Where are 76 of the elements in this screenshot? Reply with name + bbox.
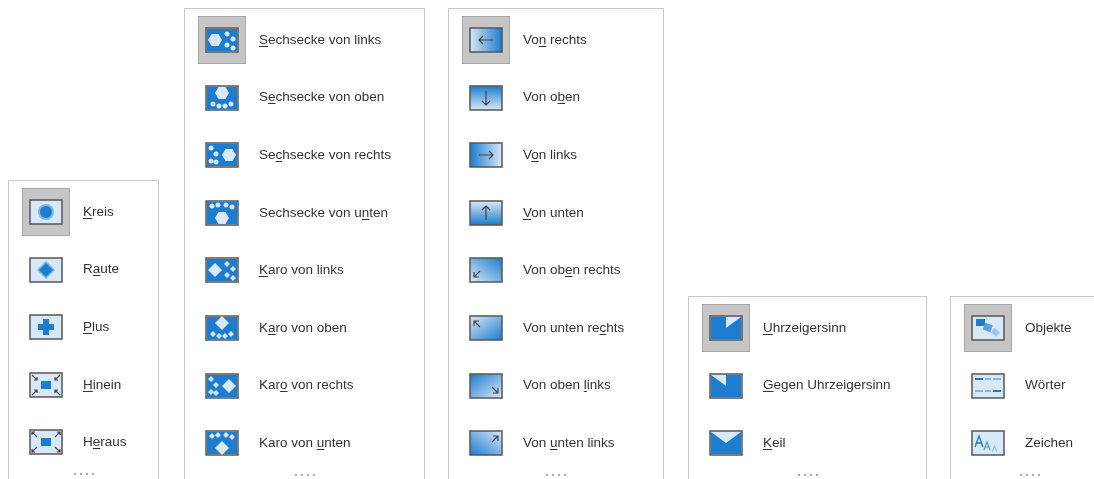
menu-item-label: Von unten links (523, 434, 615, 453)
hexagon-pattern-icon (205, 142, 239, 169)
menu-item-label: Von unten rechts (523, 318, 625, 337)
menu-item-label: Gegen Uhrzeigersinn (763, 376, 891, 395)
menu-item[interactable]: Sechsecke von links (198, 16, 424, 74)
characters-icon (971, 430, 1005, 457)
menu-item-label: Wörter (1025, 376, 1066, 395)
diamond-pattern-icon (205, 372, 239, 399)
menu-item-label: Sechsecke von links (259, 30, 382, 49)
menu-item[interactable]: Sechsecke von unten (198, 188, 424, 247)
menu-item[interactable]: Zeichen (964, 419, 1094, 477)
hexagon-pattern-icon (205, 27, 239, 53)
menu-item-label: Von rechts (523, 30, 587, 49)
zoom-out-icon (29, 429, 63, 456)
menu-item-label: Von oben (523, 88, 581, 107)
diamond-pattern-icon (205, 314, 239, 341)
menu-item-label: Objekte (1025, 318, 1072, 337)
menu-item[interactable]: Karo von links (198, 246, 424, 304)
menu-item-label: Heraus (83, 433, 127, 452)
menu-item[interactable]: Von unten rechts (462, 303, 663, 362)
menu-item-label: Karo von oben (259, 318, 347, 337)
hexagon-pattern-icon (205, 199, 239, 226)
resize-grip-icon[interactable] (796, 473, 819, 477)
menu-item-label: Karo von links (259, 261, 344, 280)
resize-grip-icon[interactable] (1019, 473, 1041, 477)
objects-icon (971, 315, 1005, 341)
menu-item[interactable]: Von links (462, 131, 663, 189)
menu-item-label: Karo von rechts (259, 376, 354, 395)
menu-item[interactable]: Uhrzeigersinn (702, 304, 926, 362)
menu-item[interactable]: Hinein (22, 360, 158, 419)
menu-item[interactable]: Von unten (462, 188, 663, 247)
resize-grip-icon[interactable] (72, 472, 95, 476)
menu-item[interactable]: Von rechts (462, 16, 663, 74)
menu-item-label: Von links (523, 146, 578, 165)
menu-item[interactable]: Von oben rechts (462, 246, 663, 304)
menu-item[interactable]: Heraus (22, 418, 158, 476)
menu-item[interactable]: Keil (702, 419, 926, 477)
menu-item-label: Keil (763, 434, 786, 453)
diamond-pattern-icon (205, 257, 239, 284)
menu-item-label: Von oben links (523, 376, 611, 395)
menu-item-label: Sechsecke von rechts (259, 146, 392, 165)
menu-item[interactable]: Karo von rechts (198, 361, 424, 420)
menu-item[interactable]: Sechsecke von oben (198, 73, 424, 132)
menu-item-label: Uhrzeigersinn (763, 318, 847, 337)
menu-item[interactable]: Von oben (462, 73, 663, 132)
menu-item[interactable]: Gegen Uhrzeigersinn (702, 361, 926, 420)
menu-item-label: Zeichen (1025, 434, 1074, 453)
menu-item[interactable]: Von unten links (462, 419, 663, 477)
menu-item-label: Kreis (83, 202, 114, 221)
diamond-pattern-icon (205, 430, 239, 457)
menu-item-label: Raute (83, 260, 120, 279)
menu-item[interactable]: Objekte (964, 304, 1094, 362)
menu-item[interactable]: Plus (22, 303, 158, 361)
menu-item[interactable]: Von oben links (462, 361, 663, 420)
menu-item-label: Plus (83, 318, 110, 337)
menu-item[interactable]: Raute (22, 245, 158, 304)
menu-item[interactable]: Sechsecke von rechts (198, 131, 424, 189)
words-icon (971, 372, 1005, 399)
zoom-in-icon (29, 371, 63, 398)
menu-item[interactable]: Karo von oben (198, 303, 424, 362)
menu-item[interactable]: Kreis (22, 188, 158, 246)
wedge-icon (709, 430, 743, 457)
menu-item-label: Von oben rechts (523, 261, 621, 280)
menu-item-label: Sechsecke von oben (259, 88, 385, 107)
hexagon-pattern-icon (205, 84, 239, 111)
menu-item[interactable]: Wörter (964, 361, 1094, 420)
menu-item-label: Sechsecke von unten (259, 203, 389, 222)
clock-wipe-icon (709, 315, 743, 341)
clock-wipe-icon (709, 372, 743, 399)
menu-item-label: Hinein (83, 375, 122, 394)
menu-item[interactable]: Karo von unten (198, 419, 424, 477)
plus-icon (29, 314, 63, 341)
resize-grip-icon[interactable] (545, 473, 567, 477)
resize-grip-icon[interactable] (293, 473, 316, 477)
menu-item-label: Von unten (523, 203, 584, 222)
menu-item-label: Karo von unten (259, 434, 351, 453)
